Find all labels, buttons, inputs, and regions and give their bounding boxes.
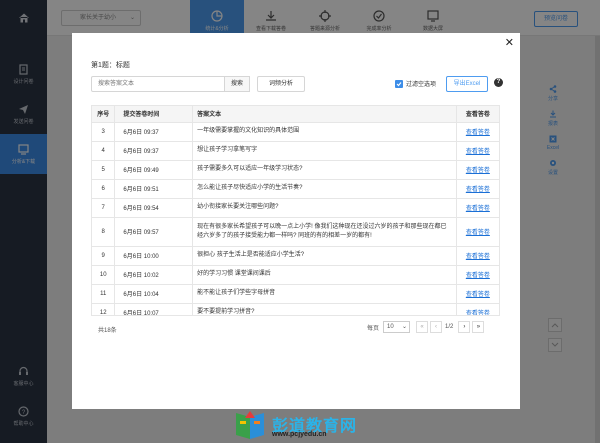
per-page-value: 10 — [387, 324, 394, 330]
view-answer-link[interactable]: 查看答卷 — [466, 149, 490, 155]
view-answer-link[interactable]: 查看答卷 — [466, 311, 490, 315]
search-button[interactable]: 搜索 — [224, 76, 250, 92]
answers-table: 序号 提交答卷时间 答案文本 查看答卷 3 6月6日 09:37 一年级需要掌握的文… — [91, 105, 500, 316]
row-action-cell: 查看答卷 — [456, 141, 499, 161]
view-answer-link[interactable]: 查看答卷 — [466, 187, 490, 193]
row-num: 7 — [92, 198, 116, 218]
table-row: 11 6月6日 10:04 能不能让孩子们学些字母拼音 查看答卷 — [92, 284, 499, 304]
table-header-row: 序号 提交答卷时间 答案文本 查看答卷 — [92, 106, 499, 123]
table-row: 12 6月6日 10:07 要不要提前学习拼音? 查看答卷 — [92, 303, 499, 315]
row-answer: 孩子需要多久可以适应一年级学习状态? — [192, 160, 457, 180]
page-indicator: 1/2 — [445, 324, 454, 330]
filter-empty-checkbox[interactable] — [395, 80, 403, 88]
last-page-button[interactable]: » — [472, 321, 485, 333]
row-answer: 想让孩子学习拿笔写字 — [192, 141, 457, 161]
row-time: 6月6日 09:51 — [114, 179, 194, 199]
column-header-time: 提交答卷时间 — [114, 106, 194, 123]
per-page-select[interactable]: 10 ⌄ — [383, 321, 411, 333]
row-answer: 一年级需要掌握的文化知识的具体范围 — [192, 122, 457, 142]
view-answer-link[interactable]: 查看答卷 — [466, 273, 490, 279]
row-num: 12 — [92, 303, 116, 315]
close-icon[interactable]: ✕ — [505, 36, 514, 49]
table-row: 3 6月6日 09:37 一年级需要掌握的文化知识的具体范围 查看答卷 — [92, 122, 499, 142]
row-action-cell: 查看答卷 — [456, 198, 499, 218]
book-logo-icon — [236, 411, 264, 439]
export-excel-button[interactable]: 导出Excel — [446, 76, 488, 92]
column-header-action: 查看答卷 — [456, 106, 499, 123]
checkmark-icon — [396, 82, 402, 87]
help-icon[interactable]: ? — [494, 78, 503, 87]
row-answer: 现在有很多家长希望孩子可以晚一点上小学! 像我们这种现在还没过六岁的孩子和那些现… — [192, 217, 457, 247]
answer-dialog: ✕ 第1题：标题 搜索 词频分析 过滤空选项 导出Excel ? 序号 提交答卷… — [72, 33, 520, 409]
table-row: 6 6月6日 09:51 怎么能让孩子尽快适应小学的生活节奏? 查看答卷 — [92, 179, 499, 199]
row-answer: 能不能让孩子们学些字母拼音 — [192, 284, 457, 304]
row-time: 6月6日 10:02 — [114, 265, 194, 285]
row-action-cell: 查看答卷 — [456, 179, 499, 199]
view-answer-link[interactable]: 查看答卷 — [466, 230, 490, 236]
row-action-cell: 查看答卷 — [456, 122, 499, 142]
row-time: 6月6日 10:00 — [114, 246, 194, 266]
column-header-answer: 答案文本 — [192, 106, 457, 123]
row-time: 6月6日 09:54 — [114, 198, 194, 218]
first-page-button[interactable]: « — [416, 321, 429, 333]
table-row: 10 6月6日 10:02 好的学习习惯 课堂课间课后 查看答卷 — [92, 265, 499, 285]
row-time: 6月6日 09:37 — [114, 141, 194, 161]
row-action-cell: 查看答卷 — [456, 303, 499, 315]
view-answer-link[interactable]: 查看答卷 — [466, 168, 490, 174]
row-answer: 怎么能让孩子尽快适应小学的生活节奏? — [192, 179, 457, 199]
row-answer: 幼小衔接家长要关注哪些问题? — [192, 198, 457, 218]
table-row: 5 6月6日 09:49 孩子需要多久可以适应一年级学习状态? 查看答卷 — [92, 160, 499, 180]
row-num: 11 — [92, 284, 116, 304]
view-answer-link[interactable]: 查看答卷 — [466, 292, 490, 298]
table-row: 4 6月6日 09:37 想让孩子学习拿笔写字 查看答卷 — [92, 141, 499, 161]
row-action-cell: 查看答卷 — [456, 246, 499, 266]
prev-page-button[interactable]: ‹ — [430, 321, 443, 333]
pagination: 每页 10 ⌄ « ‹ 1/2 › » — [367, 321, 485, 333]
question-title: 第1题：标题 — [91, 62, 130, 69]
row-num: 10 — [92, 265, 116, 285]
next-page-button[interactable]: › — [458, 321, 471, 333]
row-answer: 好的学习习惯 课堂课间课后 — [192, 265, 457, 285]
table-row: 8 6月6日 09:57 现在有很多家长希望孩子可以晚一点上小学! 像我们这种现在还… — [92, 217, 499, 247]
row-num: 5 — [92, 160, 116, 180]
row-num: 4 — [92, 141, 116, 161]
column-header-num: 序号 — [92, 106, 116, 123]
search-input[interactable] — [91, 76, 225, 92]
row-action-cell: 查看答卷 — [456, 284, 499, 304]
view-answer-link[interactable]: 查看答卷 — [466, 254, 490, 260]
row-time: 6月6日 09:37 — [114, 122, 194, 142]
row-answer: 要不要提前学习拼音? — [192, 303, 457, 315]
view-answer-link[interactable]: 查看答卷 — [466, 206, 490, 212]
total-count: 共18条 — [98, 328, 117, 334]
chevron-down-icon: ⌄ — [401, 324, 408, 330]
row-num: 3 — [92, 122, 116, 142]
row-time: 6月6日 09:49 — [114, 160, 194, 180]
row-num: 8 — [92, 217, 116, 247]
table-row: 9 6月6日 10:00 很担心 孩子生活上是否能适应小学生活? 查看答卷 — [92, 246, 499, 266]
word-frequency-button[interactable]: 词频分析 — [257, 76, 305, 92]
watermark-logo: 彭道教育网 www.pcjyedu.cn — [230, 409, 380, 443]
filter-empty-label: 过滤空选项 — [406, 82, 437, 88]
row-action-cell: 查看答卷 — [456, 160, 499, 180]
watermark-url: www.pcjyedu.cn — [272, 431, 327, 438]
per-page-label: 每页 — [367, 325, 380, 332]
row-answer: 很担心 孩子生活上是否能适应小学生活? — [192, 246, 457, 266]
row-num: 9 — [92, 246, 116, 266]
view-answer-link[interactable]: 查看答卷 — [466, 130, 490, 136]
row-time: 6月6日 10:04 — [114, 284, 194, 304]
row-time: 6月6日 10:07 — [114, 303, 194, 315]
table-row: 7 6月6日 09:54 幼小衔接家长要关注哪些问题? 查看答卷 — [92, 198, 499, 218]
row-time: 6月6日 09:57 — [114, 217, 194, 247]
row-num: 6 — [92, 179, 116, 199]
row-action-cell: 查看答卷 — [456, 217, 499, 247]
row-action-cell: 查看答卷 — [456, 265, 499, 285]
